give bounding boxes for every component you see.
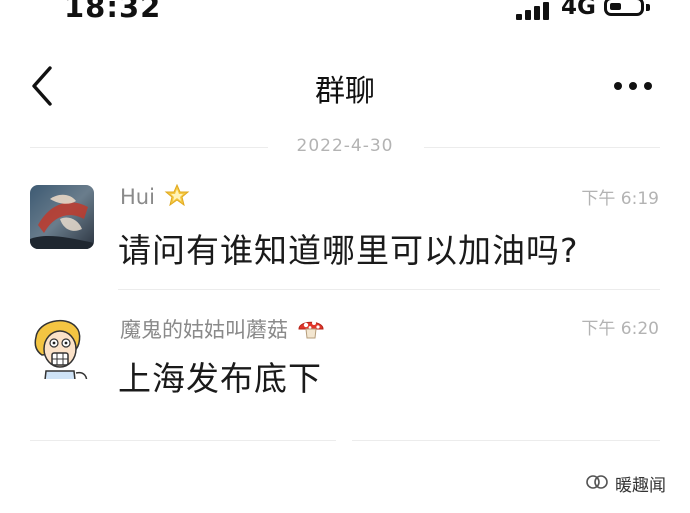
message-text: 请问有谁知道哪里可以加油吗? [118,231,579,270]
battery-icon [604,0,644,16]
date-label: 2022-4-30 [296,136,394,156]
message-item[interactable]: 魔鬼的姑姑叫蘑菇 下午 6:20 上海发布底下 [0,310,690,420]
status-time: 18:32 [64,0,162,24]
signal-strength-icon [516,2,549,20]
more-dots-icon [614,82,652,90]
message-divider [30,440,336,441]
mushroom-icon [298,321,324,339]
nav-bar: 群聊 [0,56,690,116]
message-item[interactable]: Hui 下午 6:19 请问有谁知道哪里可以加油吗? [0,180,690,290]
date-separator: 2022-4-30 [0,134,690,160]
avatar[interactable] [30,185,94,249]
avatar[interactable] [30,315,94,379]
more-options-button[interactable] [606,72,662,100]
crown-star-icon [164,183,190,207]
message-divider [118,289,660,290]
network-type: 4G [561,0,596,20]
sender-name: Hui [120,185,155,209]
message-text: 上海发布底下 [118,359,322,398]
sender-name: 魔鬼的姑姑叫蘑菇 [120,318,288,342]
wechat-channel-icon [586,475,608,489]
watermark-text: 暖趣闻 [615,476,666,496]
message-time: 下午 6:20 [581,319,659,339]
message-time: 下午 6:19 [581,189,659,209]
message-divider [352,440,660,441]
status-bar: 18:32 4G [0,0,690,30]
page-title: 群聊 [315,74,375,109]
